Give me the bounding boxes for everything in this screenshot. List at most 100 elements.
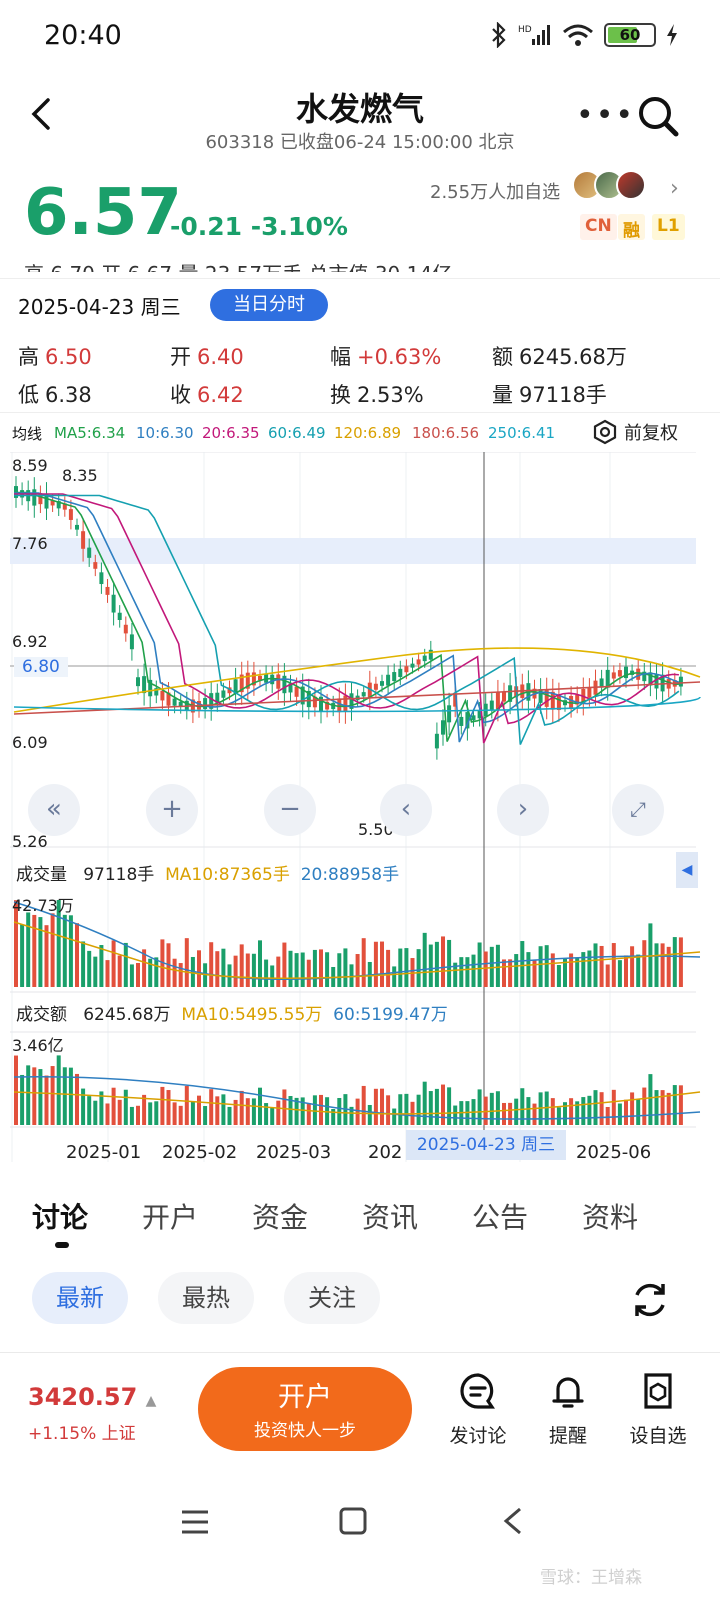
zoom-out-button[interactable]: −: [264, 784, 316, 836]
volume-bar: [630, 946, 635, 987]
amount-bar: [233, 1099, 238, 1125]
chevron-right-icon[interactable]: ›: [670, 176, 679, 201]
filter-following[interactable]: 关注: [284, 1272, 380, 1324]
watcher-avatars[interactable]: [572, 170, 646, 200]
x-label: 2025-01: [66, 1142, 142, 1163]
volume-bar: [428, 944, 433, 987]
tab-funds[interactable]: 资金: [252, 1196, 308, 1236]
amount-bar: [428, 1091, 433, 1125]
candle-body: [221, 690, 226, 698]
volume-bar: [416, 949, 421, 987]
axis-label-7-76: 7.76: [12, 534, 48, 553]
amount-bar: [105, 1103, 110, 1125]
stat-open: 开 6.40: [170, 345, 244, 369]
volume-bar: [93, 956, 98, 987]
bluetooth-icon: [492, 22, 506, 48]
quote-stats-row: 高 6.70 开 6.67 量 23.57万手 总市值 30.14亿: [24, 258, 704, 272]
intraday-button[interactable]: 当日分时: [210, 289, 328, 321]
home-icon[interactable]: [338, 1506, 368, 1536]
amount-bar: [50, 1066, 55, 1125]
adjust-button[interactable]: 前复权: [592, 419, 678, 445]
amount-bar: [251, 1098, 256, 1125]
tab-news[interactable]: 资讯: [362, 1196, 418, 1236]
add-watchlist-button[interactable]: 设自选: [618, 1371, 698, 1448]
watchers-count[interactable]: 2.55万人加自选: [430, 178, 560, 204]
stock-header: 水发燃气 603318 已收盘06-24 15:00:00 北京 •••: [0, 76, 720, 166]
volume-bar: [441, 936, 445, 987]
volume-bar: [465, 957, 470, 987]
volume-bar: [258, 940, 262, 987]
more-options-icon[interactable]: •••: [576, 98, 635, 133]
x-label: 202: [368, 1142, 403, 1163]
volume-bar: [123, 942, 128, 987]
volume-bar: [178, 963, 183, 987]
filter-hot[interactable]: 最热: [158, 1272, 254, 1324]
panel-toggle-button[interactable]: ◀: [676, 852, 698, 888]
amount-bar: [526, 1097, 531, 1125]
amount-bar: [154, 1101, 159, 1125]
volume-bar: [300, 952, 305, 987]
stat-volume: 量 97118手: [492, 383, 607, 407]
tab-indicator: [55, 1242, 69, 1248]
volume-bar: [105, 960, 110, 987]
volume-bar: [319, 949, 323, 987]
volume-bar: [136, 962, 140, 987]
tag-margin: 融: [618, 214, 645, 241]
volume-bar: [197, 950, 201, 987]
tab-announcements[interactable]: 公告: [472, 1196, 528, 1236]
alert-button[interactable]: 提醒: [528, 1371, 608, 1448]
volume-bar: [221, 948, 226, 987]
scroll-left-fast-button[interactable]: «: [28, 784, 80, 836]
stat-amplitude: 幅 +0.63%: [330, 345, 442, 369]
volume-bar: [245, 953, 250, 987]
tab-open-account[interactable]: 开户: [142, 1196, 198, 1236]
candle-body: [87, 547, 92, 558]
volume-bar: [508, 959, 513, 987]
index-value[interactable]: 3420.57 ▲: [28, 1383, 156, 1411]
amount-bar: [447, 1087, 452, 1125]
volume-bar: [306, 959, 311, 987]
wifi-icon: [563, 24, 593, 46]
candle-body: [410, 663, 415, 668]
nav-back-icon[interactable]: [500, 1506, 524, 1536]
search-icon[interactable]: [636, 94, 680, 138]
current-price: 6.57: [24, 176, 182, 250]
amount-bar: [502, 1102, 506, 1125]
fullscreen-button[interactable]: ⤢: [612, 784, 664, 836]
volume-bar: [495, 944, 500, 987]
amount-bar: [312, 1095, 317, 1125]
candle-body: [459, 716, 464, 726]
volume-bar: [605, 964, 610, 987]
amount-bar: [282, 1089, 287, 1125]
tab-profile[interactable]: 资料: [582, 1196, 638, 1236]
stat-low: 低 6.38: [18, 383, 92, 407]
volume-bar: [544, 945, 549, 987]
post-discussion-button[interactable]: 发讨论: [438, 1371, 518, 1448]
amount-bar: [672, 1085, 677, 1125]
menu-icon[interactable]: [180, 1508, 210, 1536]
candle-body: [428, 649, 433, 660]
volume-bar: [99, 945, 104, 987]
amount-bar: [380, 1088, 384, 1125]
open-account-button[interactable]: 开户 投资快人一步: [198, 1367, 412, 1451]
filter-pills: 最新 最热 关注: [0, 1268, 720, 1332]
status-time: 20:40: [44, 20, 122, 51]
tab-discussion[interactable]: 讨论: [32, 1196, 88, 1236]
amount-bar: [569, 1098, 574, 1125]
price-change: -0.21 -3.10%: [170, 212, 348, 241]
ma120-value: 120:6.89: [334, 424, 402, 442]
day-detail-panel: 2025-04-23 周三 当日分时 高 6.50 开 6.40 幅 +0.63% 额…: [0, 278, 720, 410]
scroll-right-button[interactable]: ›: [497, 784, 549, 836]
index-change[interactable]: +1.15% 上证: [28, 1419, 136, 1444]
amount-bar: [599, 1092, 604, 1125]
volume-bar: [392, 966, 397, 987]
filter-latest[interactable]: 最新: [32, 1272, 128, 1324]
amount-bar: [203, 1106, 208, 1125]
volume-bar: [26, 912, 31, 987]
candle-body: [203, 698, 208, 710]
zoom-in-button[interactable]: +: [146, 784, 198, 836]
refresh-icon[interactable]: [628, 1278, 672, 1322]
scroll-left-button[interactable]: ‹: [380, 784, 432, 836]
x-label: 2025-02: [162, 1142, 238, 1163]
volume-bar: [520, 941, 525, 987]
